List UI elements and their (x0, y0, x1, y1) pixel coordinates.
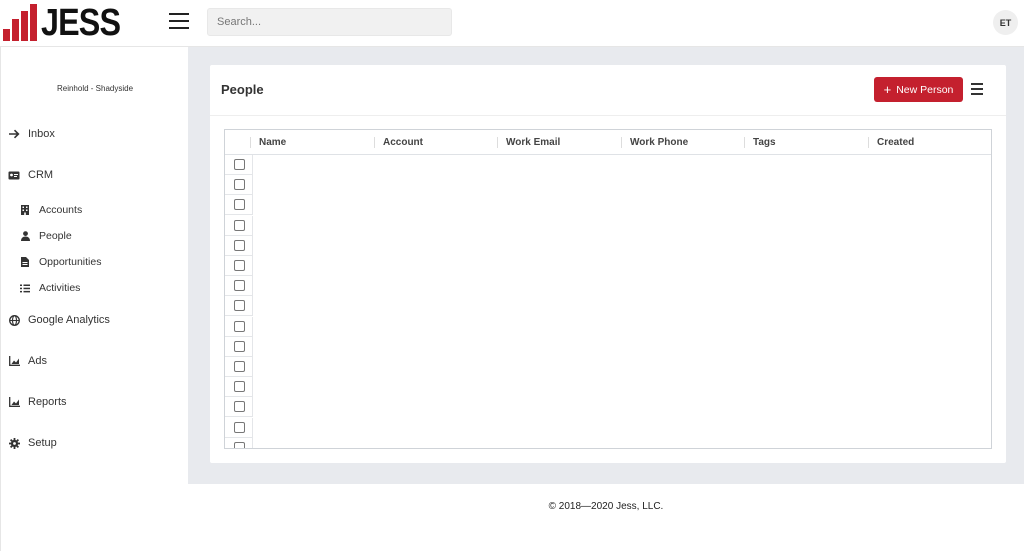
sidebar-item-label: Inbox (28, 128, 55, 140)
table-row (225, 316, 253, 337)
row-select-checkbox[interactable] (234, 219, 245, 231)
table-row (225, 175, 253, 196)
page-title: People (221, 82, 264, 97)
list-menu-icon[interactable] (971, 83, 983, 95)
sidebar-item-inbox[interactable]: Inbox (8, 128, 55, 140)
sidebar-item-ads[interactable]: Ads (8, 355, 47, 367)
table-row (225, 296, 253, 317)
row-select-checkbox[interactable] (234, 300, 245, 312)
row-select-checkbox[interactable] (234, 421, 245, 433)
column-label: Work Phone (630, 137, 689, 148)
id-card-icon (8, 169, 20, 181)
logo-text: JESS (41, 2, 121, 44)
new-person-button[interactable]: + New Person (874, 77, 963, 102)
row-select-checkbox[interactable] (234, 340, 245, 352)
row-select-checkbox[interactable] (234, 239, 245, 251)
divider (210, 115, 1006, 116)
row-select-checkbox[interactable] (234, 280, 245, 292)
sidebar-item-label: Opportunities (39, 256, 102, 268)
sidebar-item-google-analytics[interactable]: Google Analytics (8, 314, 110, 326)
column-header-account[interactable]: Account (374, 130, 498, 155)
row-select-checkbox[interactable] (234, 159, 245, 170)
column-label: Name (259, 137, 287, 148)
sidebar-item-label: Ads (28, 355, 47, 367)
sidebar-item-label: CRM (28, 169, 54, 181)
sidebar-item-label: Setup (28, 437, 57, 449)
row-select-checkbox[interactable] (234, 260, 245, 271)
column-label: Created (877, 137, 915, 148)
menu-toggle-icon[interactable] (169, 13, 189, 29)
people-card: People + New Person Name Account Work Em… (210, 65, 1006, 463)
column-label: Work Email (506, 137, 561, 148)
list-check-icon (20, 283, 30, 293)
chart-area-icon (8, 396, 20, 408)
sidebar-item-label: Accounts (39, 204, 83, 216)
copyright: © 2018—2020 Jess, LLC. (548, 501, 664, 512)
gear-icon (8, 437, 20, 449)
table-row (225, 437, 253, 448)
column-header-work-email[interactable]: Work Email (497, 130, 621, 155)
sidebar-item-accounts[interactable]: Accounts (20, 204, 82, 216)
chart-area-icon (8, 355, 20, 367)
table-row (225, 417, 253, 438)
sidebar: Reinhold - Shadyside Inbox CRM Accounts … (0, 47, 188, 551)
column-header-work-phone[interactable]: Work Phone (621, 130, 745, 155)
table-row (225, 256, 253, 276)
table-row (225, 357, 253, 377)
arrow-right-icon (8, 128, 20, 140)
sidebar-item-opportunities[interactable]: Opportunities (20, 256, 101, 268)
footer: © 2018—2020 Jess, LLC. (188, 484, 1024, 551)
column-header-select (225, 130, 253, 155)
main-content: People + New Person Name Account Work Em… (188, 47, 1024, 484)
building-icon (20, 205, 30, 215)
sidebar-item-label: Google Analytics (28, 314, 110, 326)
file-icon (20, 257, 30, 267)
column-label: Account (383, 137, 423, 148)
new-person-label: New Person (896, 83, 954, 96)
column-header-created[interactable]: Created (868, 130, 991, 155)
sidebar-item-label: Activities (39, 282, 81, 294)
table-row (225, 377, 253, 398)
person-icon (20, 231, 30, 241)
column-header-tags[interactable]: Tags (744, 130, 868, 155)
globe-icon (8, 314, 20, 326)
column-label: Tags (753, 137, 776, 148)
column-header-name[interactable]: Name (250, 130, 374, 155)
top-bar: JESS ET (0, 0, 1024, 47)
plus-icon: + (883, 81, 892, 97)
row-select-checkbox[interactable] (234, 320, 245, 332)
search-input[interactable] (207, 8, 452, 36)
avatar[interactable]: ET (993, 10, 1018, 35)
logo[interactable]: JESS (3, 2, 134, 44)
sidebar-item-activities[interactable]: Activities (20, 282, 80, 294)
table-row (225, 215, 253, 236)
logo-bars-icon (3, 4, 37, 41)
org-name: Reinhold - Shadyside (56, 84, 134, 93)
table-row (225, 195, 253, 216)
sidebar-item-reports[interactable]: Reports (8, 396, 67, 408)
row-select-checkbox[interactable] (234, 199, 245, 211)
row-select-checkbox[interactable] (234, 179, 245, 191)
table-row (225, 155, 253, 175)
sidebar-item-setup[interactable]: Setup (8, 437, 57, 449)
sidebar-item-label: People (39, 230, 72, 242)
table-row (225, 276, 253, 297)
row-select-checkbox[interactable] (234, 441, 245, 448)
table-row (225, 397, 253, 418)
row-select-checkbox[interactable] (234, 361, 245, 372)
row-select-checkbox[interactable] (234, 401, 245, 413)
sidebar-item-label: Reports (28, 396, 67, 408)
table-header: Name Account Work Email Work Phone Tags … (225, 130, 991, 155)
table-row (225, 235, 253, 256)
sidebar-item-people[interactable]: People (20, 230, 72, 242)
people-table: Name Account Work Email Work Phone Tags … (224, 129, 992, 449)
row-select-checkbox[interactable] (234, 381, 245, 393)
table-row (225, 336, 253, 357)
sidebar-item-crm[interactable]: CRM (8, 169, 53, 181)
